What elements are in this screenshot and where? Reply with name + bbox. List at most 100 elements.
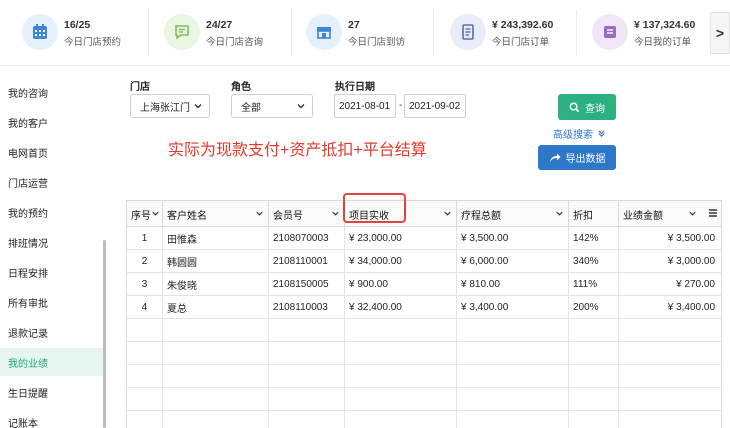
sidebar-item-consult[interactable]: 我的咨询 <box>0 78 104 106</box>
chevron-down-icon <box>194 104 202 109</box>
cell-member-no: 2108150005 <box>269 273 345 296</box>
stats-bar: 16/25 今日门店预约 24/27 今日门店咨询 27 今日门店到访 ¥ 24… <box>0 0 730 66</box>
date-range-separator: - <box>399 100 403 111</box>
stat-my-orders[interactable]: ¥ 137,324.60 今日我的订单 <box>592 10 710 56</box>
table-row[interactable]: 4 夏总 2108110003 ¥ 32,400.00 ¥ 3,400.00 2… <box>127 296 721 319</box>
share-arrow-icon <box>549 153 560 162</box>
cell-project-received: ¥ 900.00 <box>345 273 457 296</box>
sidebar-item-customers[interactable]: 我的客户 <box>0 108 104 136</box>
main-panel: 门店 上海张江门 角色 全部 执行日期 2021-08-01 - 2021-09… <box>110 66 730 428</box>
store-icon <box>306 14 342 50</box>
store-select[interactable]: 上海张江门 <box>130 94 210 118</box>
performance-table: 序号 客户姓名 会员号 项目实收 疗程总额 折扣 业绩金额 1 田惟森 2108… <box>126 200 722 428</box>
export-data-label: 导出数据 <box>565 154 606 165</box>
date-from-input[interactable]: 2021-08-01 <box>334 94 396 118</box>
cell-discount: 142% <box>569 227 619 250</box>
stats-next-button[interactable]: > <box>710 12 730 54</box>
chevron-down-icon <box>556 211 563 216</box>
column-menu-icon[interactable] <box>708 208 718 218</box>
cell-course-total: ¥ 810.00 <box>457 273 569 296</box>
chevron-down-icon <box>689 211 696 216</box>
cell-course-total: ¥ 3,500.00 <box>457 227 569 250</box>
stat-value: 27 <box>348 19 360 31</box>
cell-course-total: ¥ 3,400.00 <box>457 296 569 319</box>
table-row-empty <box>127 342 721 365</box>
stat-store-visits[interactable]: 27 今日门店到访 <box>306 10 416 56</box>
sidebar: 我的咨询 我的客户 电网首页 门店运营 我的预约 排班情况 日程安排 所有审批 … <box>0 66 104 428</box>
cell-index: 3 <box>127 273 163 296</box>
chevron-down-icon <box>256 211 263 216</box>
double-chevron-down-icon <box>598 130 605 138</box>
advanced-search-link[interactable]: 高级搜索 <box>553 126 606 141</box>
stat-store-appointments[interactable]: 16/25 今日门店预约 <box>22 10 132 56</box>
note-icon <box>592 14 628 50</box>
cell-customer-name: 朱俊晓 <box>163 273 269 296</box>
cell-performance-amount: ¥ 3,000.00 <box>667 256 715 267</box>
search-icon <box>569 102 580 112</box>
stat-value: ¥ 243,392.60 <box>492 19 554 31</box>
date-filter-label: 执行日期 <box>335 82 375 93</box>
cell-discount: 111% <box>569 273 619 296</box>
divider <box>291 10 292 56</box>
cell-performance-amount: ¥ 3,400.00 <box>667 302 715 313</box>
role-select-value: 全部 <box>241 102 261 114</box>
sidebar-scrollbar[interactable] <box>103 240 106 428</box>
stat-label: 今日门店预约 <box>64 37 122 48</box>
stat-label: 今日门店订单 <box>492 37 550 48</box>
date-to-input[interactable]: 2021-09-02 <box>404 94 466 118</box>
cell-course-total: ¥ 6,000.00 <box>457 250 569 273</box>
stat-label: 今日门店到访 <box>348 37 406 48</box>
stat-value: 24/27 <box>206 19 233 31</box>
sidebar-item-ledger[interactable]: 记账本 <box>0 408 104 428</box>
highlight-box <box>343 193 406 223</box>
sidebar-item-operations[interactable]: 门店运营 <box>0 168 104 196</box>
cell-project-received: ¥ 34,000.00 <box>345 250 457 273</box>
table-row-empty <box>127 411 721 428</box>
chevron-down-icon <box>152 211 159 216</box>
table-row[interactable]: 2 韩圆圆 2108110001 ¥ 34,000.00 ¥ 6,000.00 … <box>127 250 721 273</box>
cell-member-no: 2108110003 <box>269 296 345 319</box>
table-row[interactable]: 3 朱俊晓 2108150005 ¥ 900.00 ¥ 810.00 111% … <box>127 273 721 296</box>
calendar-icon <box>22 14 58 50</box>
stat-value: ¥ 137,324.60 <box>634 19 696 31</box>
advanced-search-label: 高级搜索 <box>553 130 593 141</box>
sidebar-item-approvals[interactable]: 所有审批 <box>0 288 104 316</box>
chat-icon <box>164 14 200 50</box>
stat-store-consultations[interactable]: 24/27 今日门店咨询 <box>164 10 274 56</box>
table-header: 序号 客户姓名 会员号 项目实收 疗程总额 折扣 业绩金额 <box>127 201 721 227</box>
role-filter-label: 角色 <box>231 82 251 93</box>
stat-store-orders[interactable]: ¥ 243,392.60 今日门店订单 <box>450 10 572 56</box>
cell-discount: 340% <box>569 250 619 273</box>
sidebar-item-birthdays[interactable]: 生日提醒 <box>0 378 104 406</box>
cell-member-no: 2108070003 <box>269 227 345 250</box>
sidebar-item-agenda[interactable]: 日程安排 <box>0 258 104 286</box>
sidebar-item-home[interactable]: 电网首页 <box>0 138 104 166</box>
document-icon <box>450 14 486 50</box>
col-header-performance-amount[interactable]: 业绩金额 <box>619 201 721 227</box>
col-header-discount[interactable]: 折扣 <box>569 201 619 227</box>
sidebar-item-refunds[interactable]: 退款记录 <box>0 318 104 346</box>
col-header-customer-name[interactable]: 客户姓名 <box>163 201 269 227</box>
sidebar-item-appointments[interactable]: 我的预约 <box>0 198 104 226</box>
annotation-note: 实际为现款支付+资产抵扣+平台结算 <box>168 142 427 159</box>
cell-customer-name: 田惟森 <box>163 227 269 250</box>
sidebar-item-my-performance[interactable]: 我的业绩 <box>0 348 104 376</box>
col-header-course-total[interactable]: 疗程总额 <box>457 201 569 227</box>
divider <box>433 10 434 56</box>
cell-index: 2 <box>127 250 163 273</box>
chevron-down-icon <box>332 211 339 216</box>
col-header-member-no[interactable]: 会员号 <box>269 201 345 227</box>
export-data-button[interactable]: 导出数据 <box>538 145 616 170</box>
sidebar-item-schedule-status[interactable]: 排班情况 <box>0 228 104 256</box>
stat-label: 今日门店咨询 <box>206 37 264 48</box>
cell-project-received: ¥ 32,400.00 <box>345 296 457 319</box>
role-select[interactable]: 全部 <box>231 94 313 118</box>
table-row-empty <box>127 388 721 411</box>
divider <box>148 10 149 56</box>
col-header-index[interactable]: 序号 <box>127 201 163 227</box>
divider <box>576 10 577 56</box>
stat-label: 今日我的订单 <box>634 37 692 48</box>
query-button[interactable]: 查询 <box>558 94 616 120</box>
table-row[interactable]: 1 田惟森 2108070003 ¥ 23,000.00 ¥ 3,500.00 … <box>127 227 721 250</box>
table-row-empty <box>127 365 721 388</box>
